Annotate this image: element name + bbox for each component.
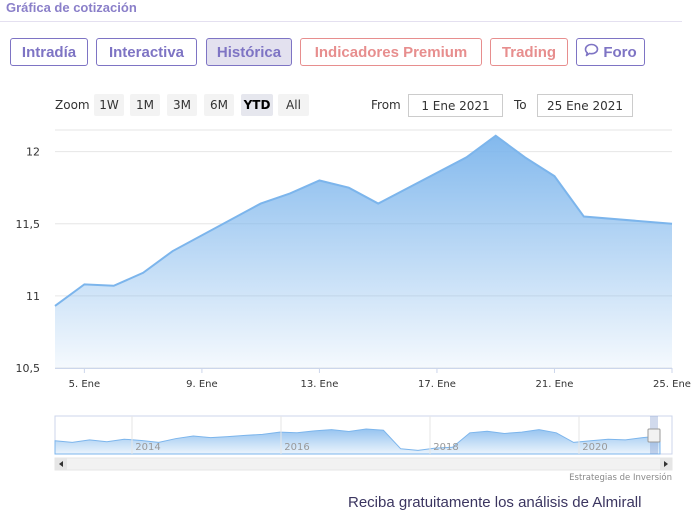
range-to-label: To xyxy=(514,98,527,112)
zoom-all-button[interactable]: All xyxy=(278,94,309,116)
tab-label: Trading xyxy=(501,43,557,61)
tab-label: Interactiva xyxy=(108,43,185,61)
section-title: Gráfica de cotización xyxy=(6,0,137,15)
tab-trading[interactable]: Trading xyxy=(490,38,568,66)
tab-historica[interactable]: Histórica xyxy=(206,38,292,66)
chart-credit: Estrategias de Inversión xyxy=(569,472,672,483)
tab-indicadores-premium[interactable]: Indicadores Premium xyxy=(300,38,482,66)
x-tick-label: 9. Ene xyxy=(186,379,218,390)
zoom-1m-button[interactable]: 1M xyxy=(130,94,160,116)
tab-label: Foro xyxy=(603,43,637,61)
navigator-scrollbar[interactable] xyxy=(54,457,673,471)
navigator-handle[interactable] xyxy=(647,428,661,443)
y-tick-label: 10,5 xyxy=(16,362,41,375)
x-tick-label: 13. Ene xyxy=(300,379,338,390)
zoom-3m-button[interactable]: 3M xyxy=(167,94,197,116)
range-from-label: From xyxy=(371,98,401,112)
x-tick-label: 17. Ene xyxy=(418,379,456,390)
navigator-year-label: 2016 xyxy=(284,442,309,453)
tab-label: Intradía xyxy=(21,43,77,61)
tab-interactiva[interactable]: Interactiva xyxy=(96,38,197,66)
y-tick-label: 11,5 xyxy=(16,218,41,231)
tab-label: Indicadores Premium xyxy=(314,43,468,61)
range-to-input[interactable]: 25 Ene 2021 xyxy=(537,94,633,117)
x-tick-label: 25. Ene xyxy=(653,379,691,390)
navigator-year-label: 2020 xyxy=(582,442,607,453)
zoom-6m-button[interactable]: 6M xyxy=(204,94,234,116)
chat-bubble-icon xyxy=(584,43,599,61)
navigator-year-label: 2014 xyxy=(135,442,160,453)
zoom-1w-button[interactable]: 1W xyxy=(94,94,124,116)
price-area xyxy=(55,135,672,368)
x-tick-label: 5. Ene xyxy=(69,379,101,390)
range-from-input[interactable]: 1 Ene 2021 xyxy=(408,94,503,117)
y-tick-label: 11 xyxy=(26,290,40,303)
zoom-ytd-button[interactable]: YTD xyxy=(241,94,273,116)
price-chart: 12 11,5 11 10,5 5. Ene 9. Ene 13. Ene 17. Ene 2… xyxy=(16,129,691,483)
title-divider xyxy=(0,21,682,22)
tab-foro[interactable]: Foro xyxy=(576,38,645,66)
tab-intradia[interactable]: Intradía xyxy=(10,38,88,66)
x-tick-label: 21. Ene xyxy=(536,379,574,390)
navigator-year-label: 2018 xyxy=(433,442,458,453)
zoom-label: Zoom xyxy=(55,98,90,112)
y-tick-label: 12 xyxy=(26,146,40,159)
footer-text: Reciba gratuitamente los análisis de Alm… xyxy=(348,494,642,511)
tab-label: Histórica xyxy=(216,43,282,61)
